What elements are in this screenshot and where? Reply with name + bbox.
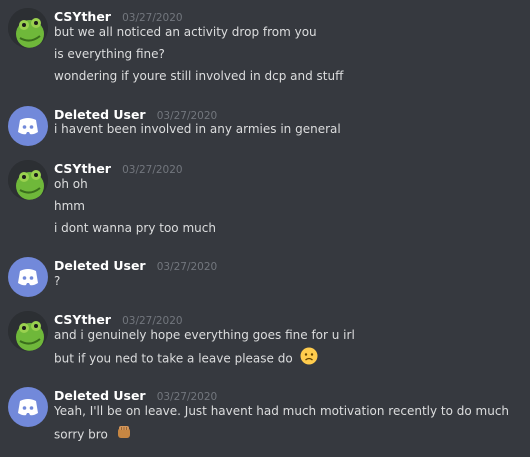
frog-avatar-icon — [8, 311, 48, 351]
frog-avatar-icon — [8, 8, 48, 48]
message-text: but if you ned to take a leave please do — [54, 351, 293, 366]
message-text: wondering if youre still involved in dcp… — [54, 69, 344, 83]
frog-avatar-icon — [8, 160, 48, 200]
message-text: Yeah, I'll be on leave. Just havent had … — [54, 404, 510, 418]
message-text-with-emoji: but if you ned to take a leave please do — [54, 347, 318, 367]
message-text-with-emoji: sorry bro — [54, 423, 133, 443]
discord-logo-icon — [18, 269, 38, 286]
message-text: i havent been involved in any armies in … — [54, 122, 341, 136]
message-text: and i genuinely hope everything goes fin… — [54, 328, 355, 342]
message-text: hmm — [54, 199, 85, 213]
discord-logo-icon — [18, 118, 38, 135]
frowning-face-emoji-icon — [300, 347, 318, 371]
discord-logo-icon — [18, 399, 38, 416]
timestamp: 03/27/2020 — [122, 164, 183, 176]
message-text: is everything fine? — [54, 47, 165, 61]
timestamp: 03/27/2020 — [156, 261, 218, 273]
message-text: but we all noticed an activity drop from… — [54, 25, 317, 39]
user-avatar[interactable] — [8, 387, 48, 427]
message-text: sorry bro — [54, 427, 108, 442]
fist-bump-emoji-icon — [115, 423, 133, 447]
user-avatar[interactable] — [8, 160, 48, 200]
user-avatar[interactable] — [8, 311, 48, 351]
message-text: i dont wanna pry too much — [54, 221, 216, 235]
username[interactable]: Deleted User — [54, 258, 146, 273]
user-avatar[interactable] — [8, 257, 48, 297]
message-text: ? — [54, 274, 61, 288]
message-text: oh oh — [54, 177, 88, 191]
user-avatar[interactable] — [8, 8, 48, 48]
user-avatar[interactable] — [8, 106, 48, 146]
